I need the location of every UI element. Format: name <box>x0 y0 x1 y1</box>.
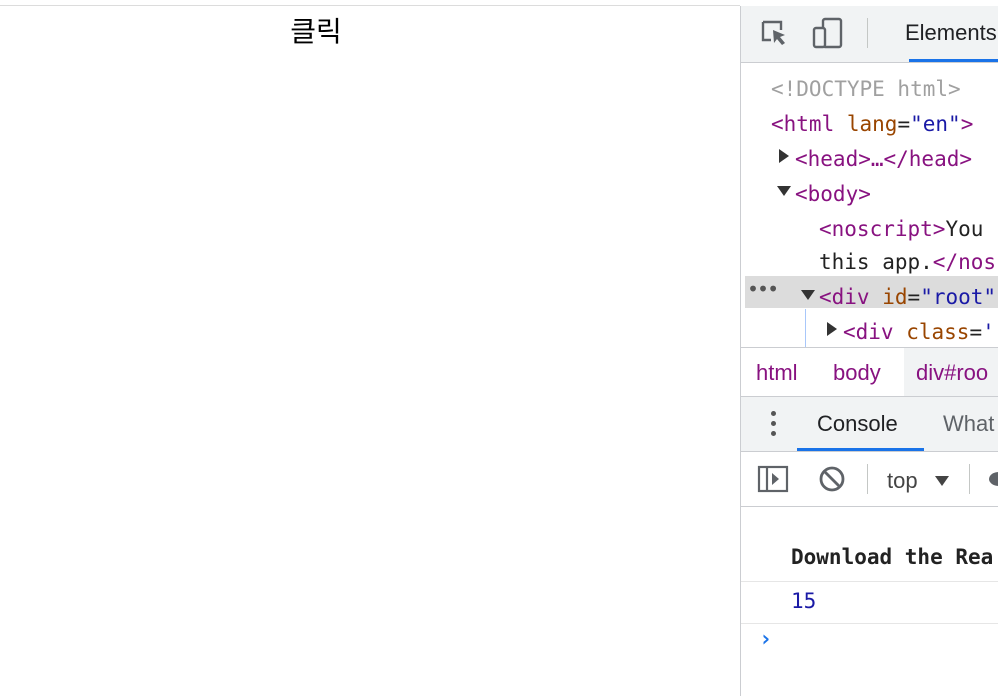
console-prompt-icon[interactable]: › <box>759 627 772 652</box>
breadcrumb-html[interactable]: html <box>756 360 798 386</box>
dom-root-div-node[interactable]: <div id="root" <box>819 281 996 313</box>
tab-console[interactable]: Console <box>817 411 898 437</box>
body-tag: <body> <box>795 182 871 206</box>
breadcrumb: html body div#roo <box>741 347 998 396</box>
drawer-menu-icon[interactable] <box>771 411 776 441</box>
more-actions-dots-icon[interactable]: ••• <box>747 276 779 302</box>
dom-tree[interactable]: ••• <!DOCTYPE html> <html lang="en"> <he… <box>741 63 998 348</box>
child-attr-name: class <box>906 320 970 344</box>
sidebar-toggle-icon[interactable] <box>757 464 789 494</box>
context-selector[interactable]: top <box>887 468 918 494</box>
dom-doctype[interactable]: <!DOCTYPE html> <box>771 73 961 105</box>
message-divider <box>741 581 998 582</box>
dom-child-div-node[interactable]: <div class=' <box>843 316 995 348</box>
dom-body-node[interactable]: <body> <box>795 178 871 210</box>
dom-noscript-continuation: this app.</nos <box>819 246 996 278</box>
collapse-arrow-icon[interactable] <box>777 186 791 196</box>
dom-html-node[interactable]: <html lang="en"> <box>771 108 973 140</box>
console-message: Download the Rea <box>791 545 994 569</box>
console-tab-indicator <box>797 448 924 451</box>
collapse-arrow-icon[interactable] <box>801 290 815 300</box>
drawer-tab-bar: Console What <box>741 396 998 452</box>
doctype-text: <!DOCTYPE html> <box>771 77 961 101</box>
tab-whats-new[interactable]: What <box>943 411 994 437</box>
console-output[interactable]: Download the Rea 15 › <box>741 507 998 696</box>
toolbar-separator <box>969 464 970 494</box>
html-attr-name: lang <box>846 112 898 136</box>
page-viewport: 클릭 <box>0 6 740 696</box>
expand-arrow-icon[interactable] <box>779 149 789 163</box>
child-attr-value: ' <box>982 320 995 344</box>
div-attr-value: "root" <box>920 285 997 309</box>
html-attr-value: "en" <box>910 112 961 136</box>
html-attr-eq: = <box>897 112 911 136</box>
console-log-value: 15 <box>791 589 817 613</box>
expand-arrow-icon[interactable] <box>827 322 837 336</box>
div-attr-eq: = <box>907 285 921 309</box>
div-attr-name: id <box>882 285 908 309</box>
toolbar-separator <box>867 464 868 494</box>
eye-icon[interactable] <box>987 468 998 490</box>
dom-head-node[interactable]: <head>…</head> <box>795 143 972 175</box>
dom-noscript-node[interactable]: <noscript>You <box>819 213 983 245</box>
device-toolbar-icon[interactable] <box>811 16 845 50</box>
devtools-toolbar: Elements <box>741 6 998 63</box>
devtools-panel: Elements ••• <!DOCTYPE html> <html lang=… <box>740 6 998 696</box>
breadcrumb-body[interactable]: body <box>833 360 881 386</box>
noscript-text: You <box>945 217 984 241</box>
head-tag: <head>…</head> <box>795 147 973 171</box>
noscript-end-tag: </nos <box>932 250 997 274</box>
console-toolbar: top <box>741 452 998 507</box>
clear-console-icon[interactable] <box>817 464 847 494</box>
child-attr-eq: = <box>969 320 983 344</box>
inspect-element-icon[interactable] <box>757 16 791 50</box>
div-tag: <div <box>819 285 870 309</box>
noscript-tag: <noscript> <box>819 217 946 241</box>
chevron-down-icon[interactable] <box>935 476 949 486</box>
message-divider <box>741 623 998 624</box>
child-div-tag: <div <box>843 320 894 344</box>
noscript-text-cont: this app. <box>819 250 933 274</box>
toolbar-separator <box>867 18 868 48</box>
html-tag-close: > <box>960 112 974 136</box>
tab-elements[interactable]: Elements <box>905 20 997 46</box>
tree-guide-line <box>805 309 806 347</box>
click-button[interactable]: 클릭 <box>0 10 632 50</box>
breadcrumb-div-root[interactable]: div#roo <box>916 360 988 386</box>
html-tag: <html <box>771 112 835 136</box>
active-tab-indicator <box>909 59 998 62</box>
